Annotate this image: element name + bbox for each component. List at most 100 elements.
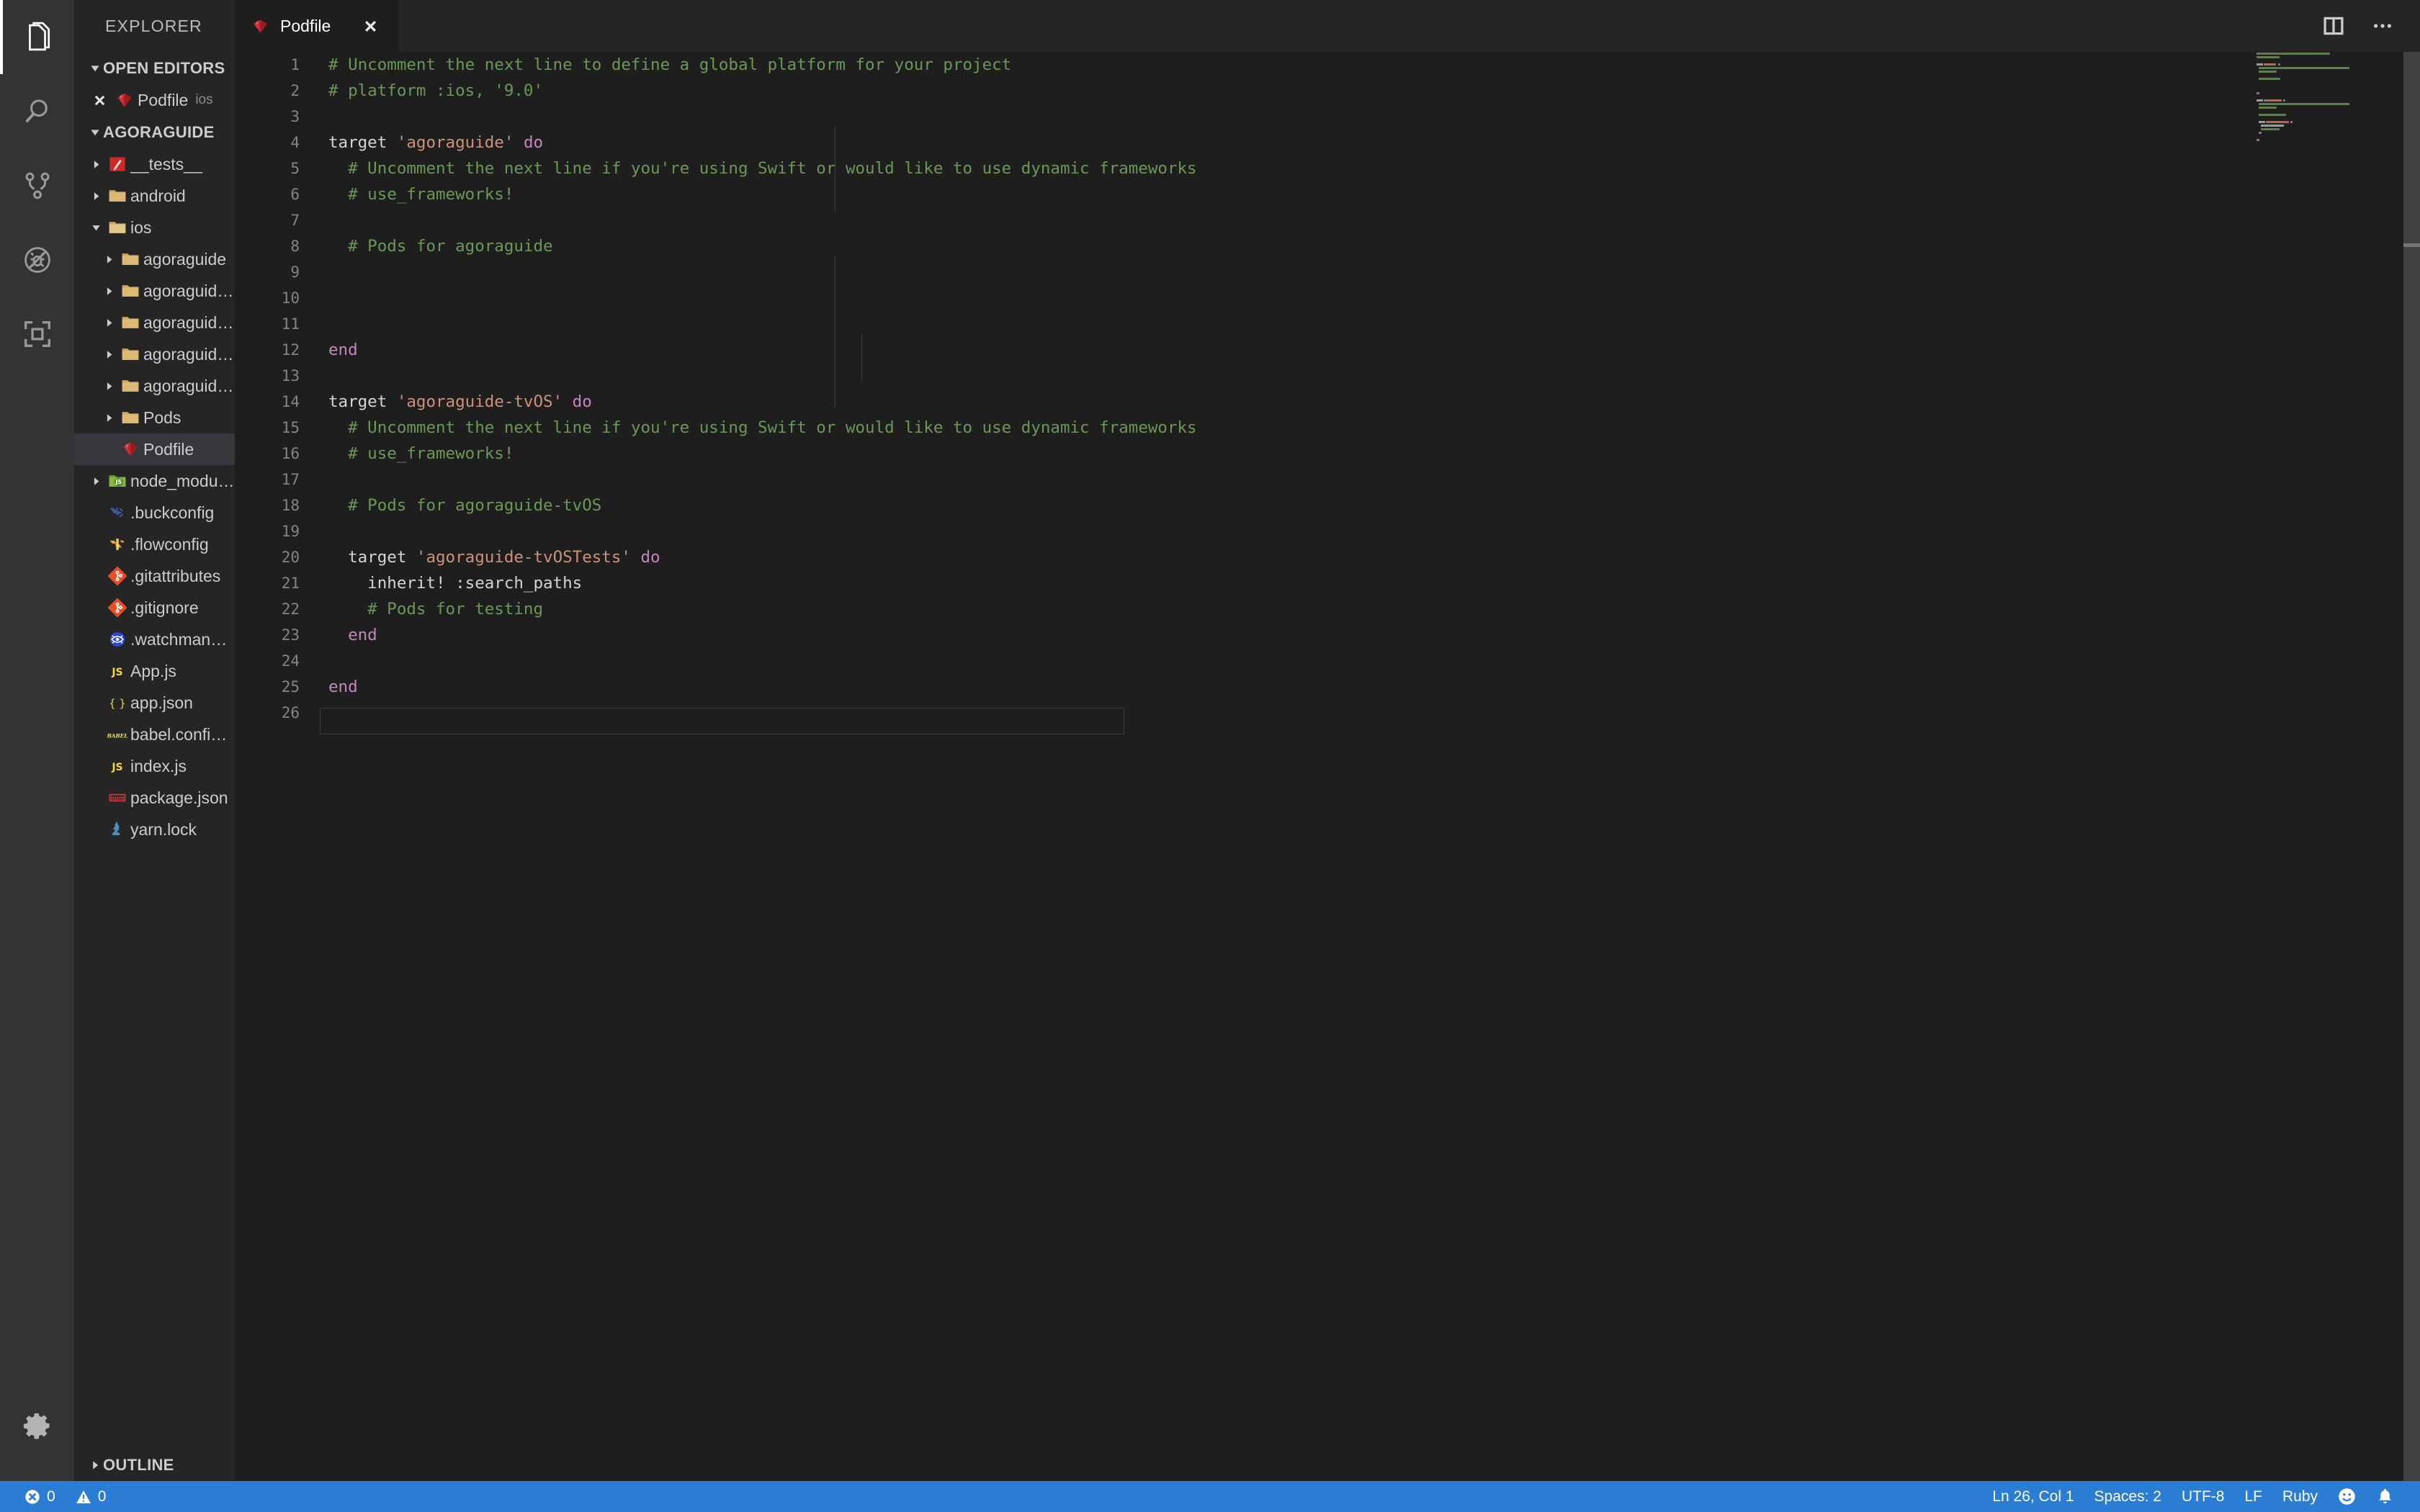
chevron-right-icon[interactable] xyxy=(100,413,117,423)
line-content[interactable]: end xyxy=(328,622,2420,648)
code-line[interactable]: 24 xyxy=(235,648,2420,674)
status-encoding[interactable]: UTF-8 xyxy=(2172,1481,2235,1512)
tree-item-agoraguide-xcodeproj[interactable]: agoraguide.xcodeproj xyxy=(74,338,235,370)
chevron-right-icon[interactable] xyxy=(100,255,117,264)
status-notifications[interactable] xyxy=(2366,1481,2404,1512)
editor-content[interactable]: 1 # Uncomment the next line to define a g… xyxy=(235,52,2420,1481)
tab-podfile[interactable]: Podfile xyxy=(235,0,399,52)
tree-item-node-modules[interactable]: JS node_modules xyxy=(74,465,235,497)
tree-item-agoraguidetests[interactable]: agoraguideTests xyxy=(74,370,235,402)
code-line[interactable]: 17 xyxy=(235,467,2420,492)
status-feedback[interactable] xyxy=(2328,1481,2366,1512)
tree-item-index-js[interactable]: JS index.js xyxy=(74,750,235,782)
tree-item--watchmanconfig[interactable]: .watchmanconfig xyxy=(74,624,235,655)
code-line[interactable]: 22 # Pods for testing xyxy=(235,596,2420,622)
tree-item--flowconfig[interactable]: .flowconfig xyxy=(74,528,235,560)
code-lines[interactable]: 1 # Uncomment the next line to define a g… xyxy=(235,52,2420,1481)
activity-item-run-debug[interactable] xyxy=(0,222,74,297)
code-line[interactable]: 13 xyxy=(235,363,2420,389)
tree-item-agoraguide[interactable]: agoraguide xyxy=(74,243,235,275)
chevron-right-icon[interactable] xyxy=(100,382,117,391)
status-eol[interactable]: LF xyxy=(2234,1481,2272,1512)
line-content[interactable]: end xyxy=(328,337,2420,363)
code-line[interactable]: 10 xyxy=(235,285,2420,311)
line-content[interactable]: # use_frameworks! xyxy=(328,181,2420,207)
tree-item-pods[interactable]: Pods xyxy=(74,402,235,433)
tree-item-podfile[interactable]: Podfile xyxy=(74,433,235,465)
code-line[interactable]: 21 inherit! :search_paths xyxy=(235,570,2420,596)
tree-item-app-json[interactable]: { } app.json xyxy=(74,687,235,719)
code-line[interactable]: 7 xyxy=(235,207,2420,233)
line-content[interactable]: # Pods for agoraguide-tvOS xyxy=(328,492,2420,518)
tree-item-agoraguide-tvos[interactable]: agoraguide-tvOS xyxy=(74,275,235,307)
chevron-right-icon[interactable] xyxy=(87,192,104,201)
code-line[interactable]: 25 end xyxy=(235,674,2420,700)
tree-item-android[interactable]: android xyxy=(74,180,235,212)
minimap[interactable] xyxy=(2252,52,2403,1481)
line-content[interactable]: target 'agoraguide-tvOSTests' do xyxy=(328,544,2420,570)
code-line[interactable]: 2 # platform :ios, '9.0' xyxy=(235,78,2420,104)
status-indentation[interactable]: Spaces: 2 xyxy=(2084,1481,2172,1512)
status-cursor-position[interactable]: Ln 26, Col 1 xyxy=(1982,1481,2084,1512)
activity-item-explorer[interactable] xyxy=(0,0,74,74)
code-line[interactable]: 11 xyxy=(235,311,2420,337)
editor-scrollbar[interactable] xyxy=(2403,52,2420,1481)
chevron-down-icon[interactable] xyxy=(87,223,104,233)
code-line[interactable]: 1 # Uncomment the next line to define a g… xyxy=(235,52,2420,78)
code-line[interactable]: 19 xyxy=(235,518,2420,544)
tree-item-yarn-lock[interactable]: yarn.lock xyxy=(74,814,235,845)
tree-item--buckconfig[interactable]: .buckconfig xyxy=(74,497,235,528)
code-line[interactable]: 18 # Pods for agoraguide-tvOS xyxy=(235,492,2420,518)
code-line[interactable]: 3 xyxy=(235,104,2420,130)
ellipsis-icon[interactable] xyxy=(2370,13,2396,39)
chevron-right-icon[interactable] xyxy=(100,350,117,359)
tree-item--gitignore[interactable]: .gitignore xyxy=(74,592,235,624)
activity-item-source-control[interactable] xyxy=(0,148,74,222)
chevron-right-icon[interactable] xyxy=(100,287,117,296)
line-content[interactable]: target 'agoraguide-tvOS' do xyxy=(328,389,2420,415)
chevron-right-icon[interactable] xyxy=(87,160,104,169)
code-line[interactable]: 6 # use_frameworks! xyxy=(235,181,2420,207)
activity-item-extensions[interactable] xyxy=(0,297,74,371)
tree-item-agoraguide-tvostests[interactable]: agoraguide-tvOSTests xyxy=(74,307,235,338)
tree-item--gitattributes[interactable]: .gitattributes xyxy=(74,560,235,592)
line-content[interactable]: # Pods for testing xyxy=(328,596,2420,622)
line-content[interactable]: # Uncomment the next line if you're usin… xyxy=(328,415,2420,441)
close-icon[interactable] xyxy=(87,94,112,107)
code-line[interactable]: 16 # use_frameworks! xyxy=(235,441,2420,467)
chevron-right-icon[interactable] xyxy=(87,477,104,486)
open-editor-item[interactable]: Podfile ios xyxy=(74,84,235,116)
line-content[interactable]: # Uncomment the next line to define a gl… xyxy=(328,52,2420,78)
code-line[interactable]: 12 end xyxy=(235,337,2420,363)
code-line[interactable]: 20 target 'agoraguide-tvOSTests' do xyxy=(235,544,2420,570)
status-language-mode[interactable]: Ruby xyxy=(2272,1481,2328,1512)
code-line[interactable]: 9 xyxy=(235,259,2420,285)
scrollbar-track[interactable] xyxy=(2403,52,2420,1481)
code-line[interactable]: 23 end xyxy=(235,622,2420,648)
code-line[interactable]: 15 # Uncomment the next line if you're u… xyxy=(235,415,2420,441)
tree-item-app-js[interactable]: JS App.js xyxy=(74,655,235,687)
status-problems[interactable]: 0 0 xyxy=(14,1481,116,1512)
line-content[interactable]: # Pods for agoraguide xyxy=(328,233,2420,259)
line-content[interactable]: target 'agoraguide' do xyxy=(328,130,2420,156)
close-icon[interactable] xyxy=(359,15,381,37)
tree-item-package-json[interactable]: npm package.json xyxy=(74,782,235,814)
code-line[interactable]: 26 xyxy=(235,700,2420,734)
section-outline[interactable]: OUTLINE xyxy=(74,1449,235,1481)
code-line[interactable]: 5 # Uncomment the next line if you're us… xyxy=(235,156,2420,181)
activity-item-search[interactable] xyxy=(0,74,74,148)
line-content[interactable]: # platform :ios, '9.0' xyxy=(328,78,2420,104)
activity-item-manage[interactable] xyxy=(0,1388,74,1462)
line-content[interactable]: # Uncomment the next line if you're usin… xyxy=(328,156,2420,181)
tree-item--tests-[interactable]: __tests__ xyxy=(74,148,235,180)
code-line[interactable]: 8 # Pods for agoraguide xyxy=(235,233,2420,259)
chevron-right-icon[interactable] xyxy=(100,318,117,328)
split-editor-icon[interactable] xyxy=(2321,13,2347,39)
section-workspace[interactable]: AGORAGUIDE xyxy=(74,116,235,148)
tree-item-babel-config-js[interactable]: BABEL babel.config.js xyxy=(74,719,235,750)
section-open-editors[interactable]: OPEN EDITORS xyxy=(74,52,235,84)
line-content[interactable]: inherit! :search_paths xyxy=(328,570,2420,596)
line-content[interactable]: end xyxy=(328,674,2420,700)
tree-item-ios[interactable]: ios xyxy=(74,212,235,243)
code-line[interactable]: 14 target 'agoraguide-tvOS' do xyxy=(235,389,2420,415)
